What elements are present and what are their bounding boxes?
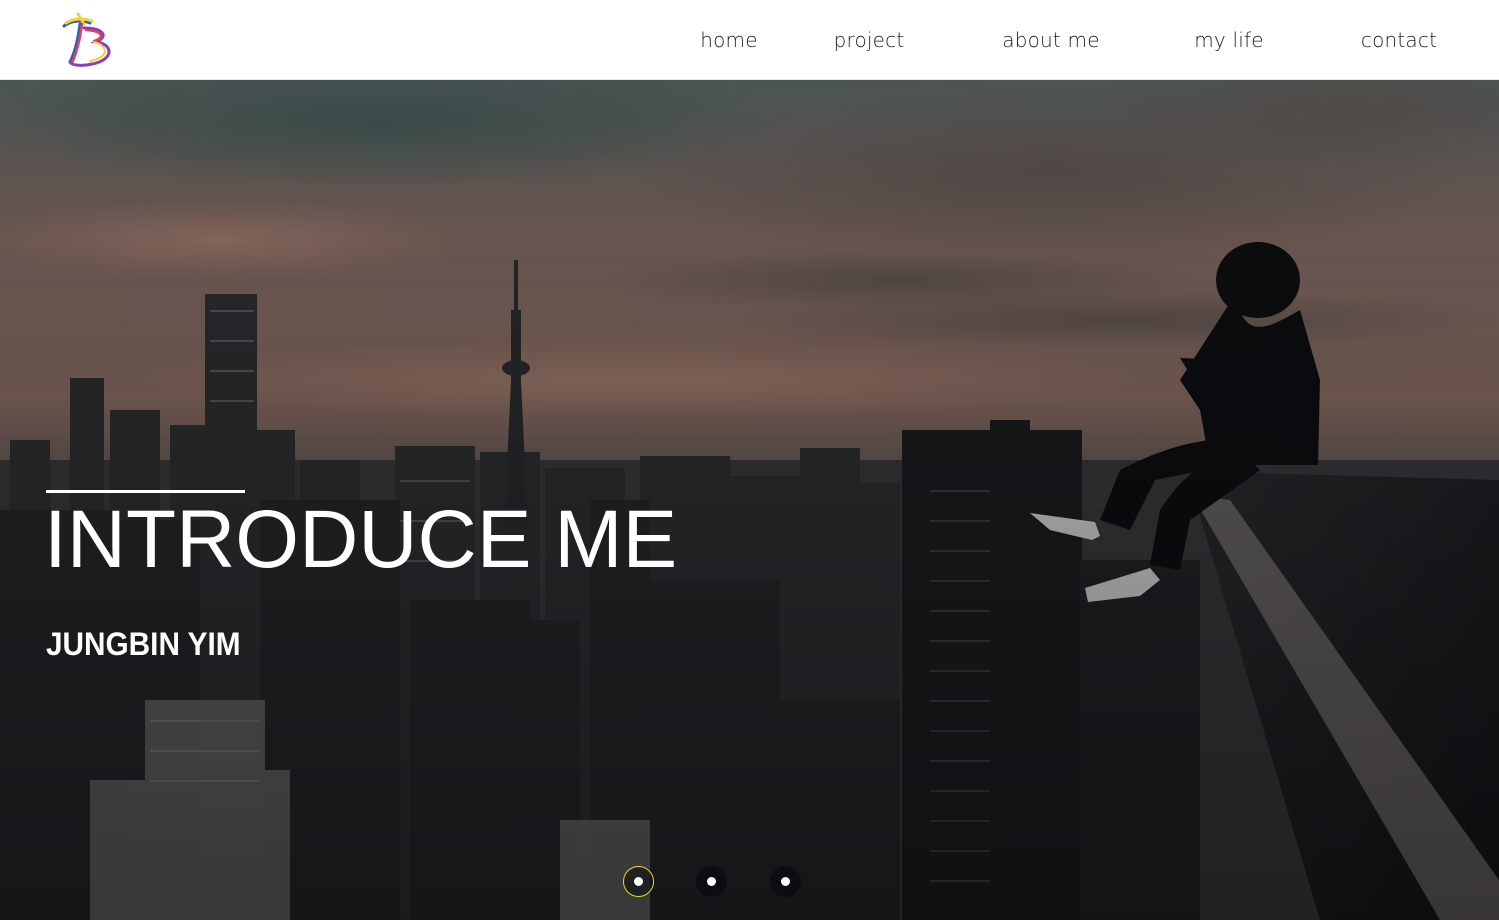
nav-home[interactable]: home	[679, 0, 779, 80]
slider-dot-3[interactable]	[770, 866, 801, 897]
slider-dot-1[interactable]	[623, 866, 654, 897]
slider-pagination	[623, 866, 803, 898]
hero-slider: INTRODUCE ME JUNGBIN YIM	[0, 80, 1499, 920]
site-logo[interactable]	[58, 10, 118, 72]
nav-my-life[interactable]: my life	[1179, 0, 1279, 80]
nav-about-me[interactable]: about me	[986, 0, 1116, 80]
slider-dot-2[interactable]	[696, 866, 727, 897]
title-accent-line	[46, 490, 245, 493]
hero-title: INTRODUCE ME	[44, 494, 678, 585]
site-header: home project about me my life contact	[0, 0, 1499, 80]
nav-contact[interactable]: contact	[1344, 0, 1454, 80]
nav-project[interactable]: project	[819, 0, 919, 80]
logo-mark-icon	[62, 12, 111, 67]
hero-subtitle: JUNGBIN YIM	[46, 626, 241, 662]
